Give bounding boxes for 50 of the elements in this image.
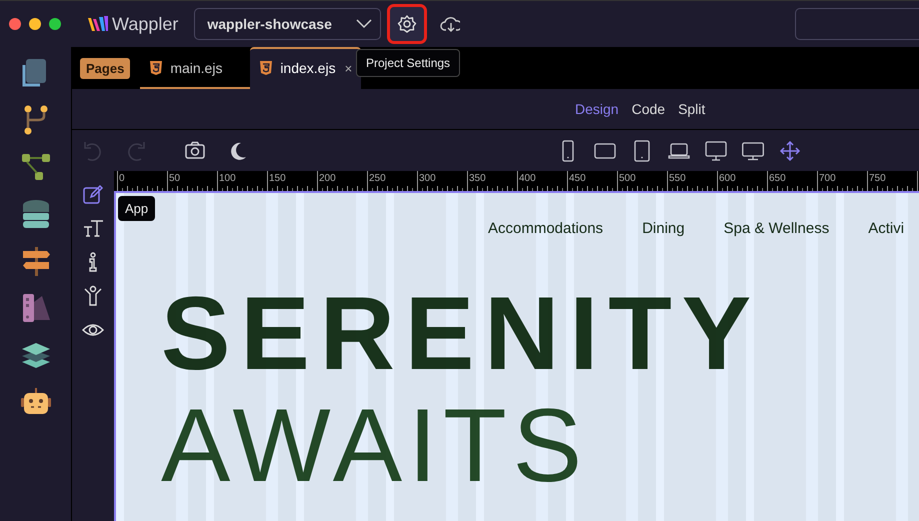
monitor-icon[interactable] [705, 140, 727, 162]
logo-icon [87, 15, 109, 33]
app-name: Wappler [112, 14, 178, 34]
view-mode-tab[interactable]: Design [575, 101, 619, 117]
camera-icon[interactable] [184, 140, 206, 162]
cloud-download-icon [440, 14, 460, 34]
pages-label: Pages [80, 58, 130, 78]
window-control[interactable] [9, 18, 21, 30]
ruler-label: 0 [119, 173, 125, 184]
ruler-label: 50 [169, 173, 180, 184]
hero-subheading: AWAITS [161, 394, 589, 498]
ruler-label: 300 [419, 173, 436, 184]
window-control[interactable] [29, 18, 41, 30]
html5-icon [149, 60, 164, 76]
settings-button[interactable] [390, 7, 424, 41]
ruler-label: 500 [619, 173, 636, 184]
ruler-label: 550 [669, 173, 686, 184]
view-mode-tab[interactable]: Code [632, 101, 666, 117]
project-select[interactable]: wappler-showcase [194, 8, 382, 40]
html5-icon [259, 60, 274, 76]
ruler-label: 350 [469, 173, 486, 184]
hero-heading: SERENITY [161, 282, 762, 386]
settings-icon [397, 14, 418, 34]
move-icon[interactable] [779, 140, 801, 162]
window-control[interactable] [49, 18, 61, 30]
person-icon[interactable] [82, 285, 104, 307]
search-field[interactable] [795, 8, 919, 40]
ruler-label: 600 [719, 173, 736, 184]
ruler-label: 450 [569, 173, 586, 184]
flow-icon[interactable] [20, 151, 52, 183]
nav-link[interactable]: Dining [642, 220, 685, 237]
view-mode-tab[interactable]: Split [678, 101, 706, 117]
ruler-label: 400 [519, 173, 536, 184]
close-button[interactable]: × [344, 60, 352, 76]
monitor-icon[interactable] [742, 140, 764, 162]
ruler-label: 650 [769, 173, 786, 184]
file-tab[interactable]: index.ejs × [250, 47, 362, 89]
ruler-label: 750 [869, 173, 886, 184]
chevron-icon [356, 19, 372, 29]
ruler-label: 150 [269, 173, 286, 184]
nav-link[interactable]: Spa & Wellness [724, 220, 830, 237]
ruler-label: 700 [819, 173, 836, 184]
edit-icon[interactable] [82, 183, 104, 205]
nav-link[interactable]: Accommodations [488, 220, 604, 237]
ruler-label: 200 [319, 173, 336, 184]
ruler-label: 100 [219, 173, 236, 184]
ruler-label: 250 [369, 173, 386, 184]
tooltip: Project Settings [356, 49, 460, 77]
nav-link[interactable]: Activi [868, 220, 904, 237]
element-label: App [118, 196, 156, 221]
